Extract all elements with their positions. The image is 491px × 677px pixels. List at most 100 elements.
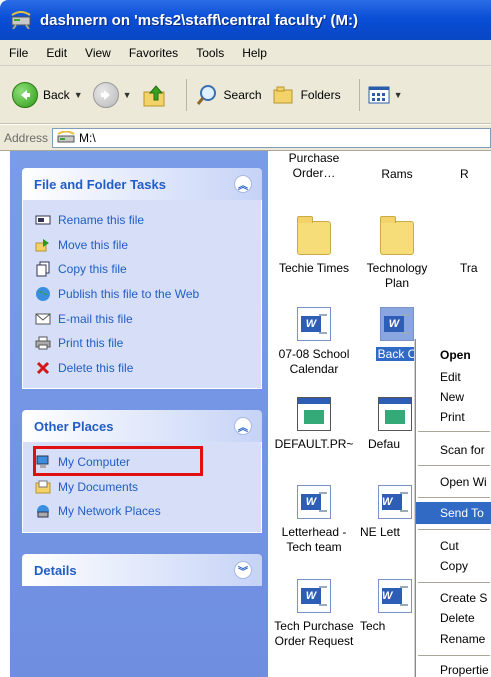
folder-label: Techie Times: [278, 261, 350, 275]
forward-arrow-icon: [92, 81, 119, 108]
context-new[interactable]: New: [416, 386, 491, 408]
toolbar-separator: [358, 78, 360, 111]
menu-favorites[interactable]: Favorites: [120, 46, 187, 60]
file-folder-tasks-panel: File and Folder Tasks ︽ Rename this file…: [22, 168, 262, 390]
context-edit[interactable]: Edit: [416, 366, 491, 388]
task-label: Copy this file: [58, 262, 127, 277]
chevron-down-icon[interactable]: ▼: [74, 90, 83, 100]
task-delete[interactable]: Delete this file: [35, 356, 261, 381]
task-move[interactable]: Move this file: [35, 233, 261, 258]
menu-bar: File Edit View Favorites Tools Help: [0, 40, 491, 66]
forward-button[interactable]: ▼: [92, 81, 132, 108]
context-rename[interactable]: Rename: [416, 628, 491, 650]
file-item[interactable]: DEFAULT.PR~: [274, 397, 354, 452]
context-print[interactable]: Print: [416, 406, 491, 428]
back-arrow-icon: [12, 81, 38, 108]
chevron-down-icon[interactable]: ▼: [394, 90, 403, 100]
task-publish[interactable]: Publish this file to the Web: [35, 282, 261, 307]
task-print[interactable]: Print this file: [35, 331, 261, 356]
file-item[interactable]: Purchase Order…: [274, 151, 354, 181]
menu-separator: [418, 582, 490, 583]
toolbar: Back ▼ ▼ Search Folders ▼: [0, 66, 491, 124]
folder-icon: [380, 216, 414, 255]
context-scan[interactable]: Scan for: [416, 439, 491, 461]
menu-file[interactable]: File: [0, 46, 37, 60]
context-open[interactable]: Open: [416, 344, 491, 366]
folders-button[interactable]: Folders: [272, 84, 341, 106]
file-item[interactable]: W Letterhead - Tech team: [274, 485, 354, 555]
word-document-icon: W: [380, 307, 414, 341]
menu-separator: [418, 431, 490, 432]
globe-icon: [35, 286, 51, 302]
panel-header[interactable]: Details ︾: [22, 554, 262, 586]
task-label: Print this file: [58, 336, 124, 351]
menu-help[interactable]: Help: [233, 46, 276, 60]
place-label: My Documents: [58, 479, 139, 494]
search-icon: [196, 84, 216, 105]
program-file-icon: [378, 397, 412, 431]
context-delete[interactable]: Delete: [416, 607, 491, 629]
context-cut[interactable]: Cut: [416, 535, 491, 557]
word-document-icon: W: [297, 307, 331, 341]
folder-item[interactable]: Tra: [440, 221, 491, 276]
folder-item[interactable]: Techie Times: [274, 216, 354, 276]
file-item[interactable]: Defau: [368, 397, 418, 452]
menu-edit[interactable]: Edit: [37, 46, 76, 60]
menu-tools[interactable]: Tools: [187, 46, 233, 60]
menu-separator: [418, 529, 490, 530]
context-properties[interactable]: Propertie: [416, 659, 491, 677]
word-document-icon: W: [297, 485, 331, 519]
file-item[interactable]: W NE Lett: [360, 485, 420, 540]
collapse-chevron-icon[interactable]: ︽: [234, 175, 252, 193]
menu-separator: [418, 497, 490, 498]
file-item[interactable]: W Tech Purchase Order Request: [274, 579, 354, 649]
file-item[interactable]: Rams: [357, 167, 437, 182]
move-icon: [35, 237, 51, 253]
place-my-documents[interactable]: My Documents: [35, 475, 261, 500]
word-document-icon: W: [378, 485, 412, 519]
context-create-shortcut[interactable]: Create S: [416, 587, 491, 609]
menu-view[interactable]: View: [76, 46, 120, 60]
documents-folder-icon: [35, 479, 51, 495]
views-button[interactable]: ▼: [368, 85, 403, 105]
back-button[interactable]: Back ▼: [12, 81, 83, 108]
word-document-icon: W: [378, 579, 412, 613]
email-icon: [35, 311, 51, 327]
file-label: 07-08 School Calendar: [278, 347, 350, 376]
details-panel: Details ︾: [22, 554, 262, 586]
task-rename[interactable]: Rename this file: [35, 208, 261, 233]
folder-label: Technology Plan: [366, 261, 428, 290]
context-menu: Open Edit New Print Scan for Open Wi Sen…: [415, 339, 491, 677]
panel-header[interactable]: Other Places ︽: [22, 410, 262, 442]
address-value: M:\: [79, 130, 96, 145]
annotation-highlight: [33, 446, 203, 476]
context-open-with[interactable]: Open Wi: [416, 471, 491, 493]
panel-header[interactable]: File and Folder Tasks ︽: [22, 168, 262, 200]
task-email[interactable]: E-mail this file: [35, 306, 261, 331]
window-title: dashnern on 'msfs2\staff\central faculty…: [40, 11, 359, 29]
file-label: Tech Purchase Order Request: [274, 619, 354, 648]
file-label: Defau: [368, 437, 401, 451]
copy-icon: [35, 261, 51, 277]
toolbar-separator: [185, 78, 187, 111]
file-label: DEFAULT.PR~: [274, 437, 354, 451]
folder-label: Tra: [460, 261, 478, 275]
up-folder-button[interactable]: [142, 82, 168, 108]
address-input[interactable]: M:\: [52, 127, 491, 148]
network-icon: [35, 503, 51, 519]
folder-item[interactable]: Technology Plan: [357, 216, 437, 291]
file-item[interactable]: R: [440, 167, 480, 182]
context-copy[interactable]: Copy: [416, 555, 491, 577]
search-label: Search: [223, 87, 262, 102]
file-item[interactable]: W Tech: [360, 579, 420, 634]
expand-chevron-icon[interactable]: ︾: [234, 561, 252, 579]
file-label: NE Lett: [360, 525, 401, 539]
file-label: Back C: [375, 347, 419, 361]
context-send-to[interactable]: Send To: [416, 502, 491, 524]
search-button[interactable]: Search: [195, 83, 262, 107]
chevron-down-icon[interactable]: ▼: [123, 90, 132, 100]
place-network[interactable]: My Network Places: [35, 499, 261, 524]
collapse-chevron-icon[interactable]: ︽: [234, 417, 252, 435]
task-copy[interactable]: Copy this file: [35, 257, 261, 282]
file-item[interactable]: W 07-08 School Calendar: [274, 307, 354, 377]
